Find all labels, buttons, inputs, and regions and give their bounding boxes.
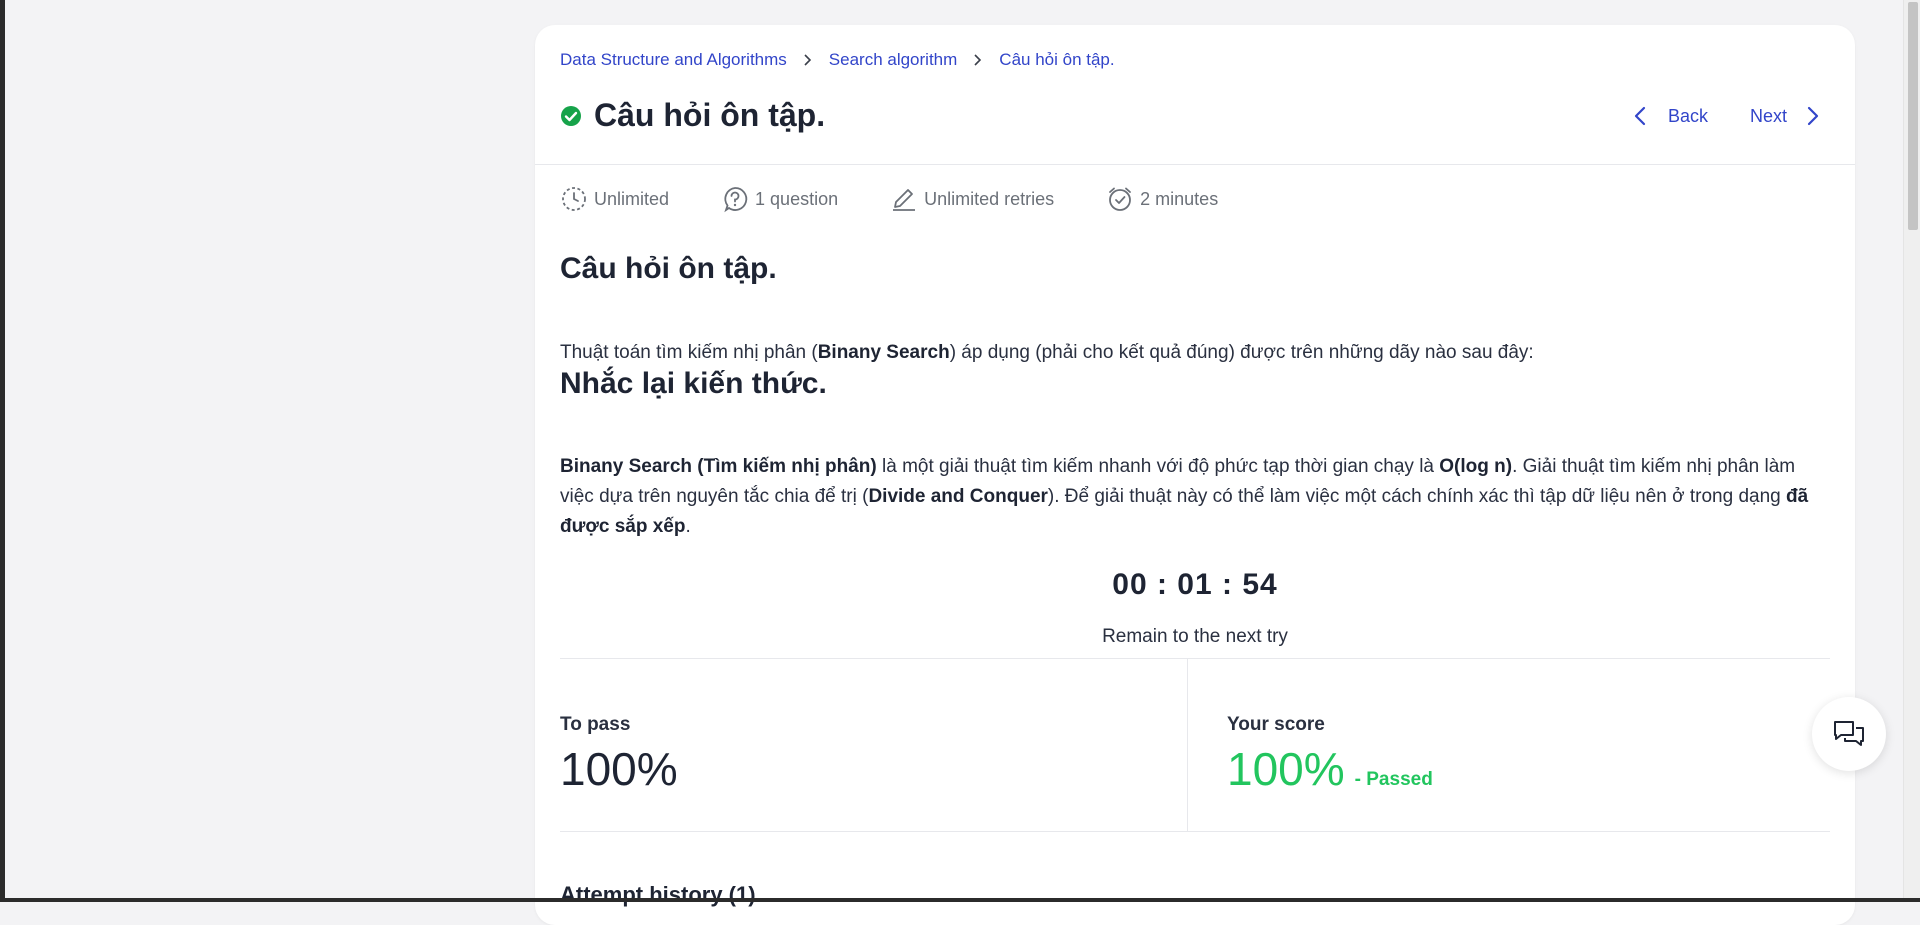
quiz-meta: Unlimited 1 question Unlimited retries 2… [560,185,1270,213]
question-text-part: Thuật toán tìm kiếm nhị phân ( [560,342,818,363]
meta-duration-text: 2 minutes [1140,188,1219,209]
window-frame-left [0,0,5,902]
header-divider [535,164,1855,165]
question-text-part: ) áp dụng (phải cho kết quả đúng) được t… [949,342,1534,363]
window-frame-bottom [0,898,1920,902]
score-divider [1187,659,1188,831]
back-button[interactable]: Back [1630,105,1708,127]
next-button[interactable]: Next [1750,105,1823,127]
score-summary: To pass 100% Your score 100% - Passed [560,658,1830,832]
recap-bold: Binany Search (Tìm kiếm nhị phân) [560,456,877,477]
chevron-left-icon [1634,106,1646,126]
meta-time-limit: Unlimited [560,185,669,213]
recap-text: . [685,516,691,537]
retry-countdown: 00 : 01 : 54 [1112,568,1278,601]
question-bold-term: Binany Search [817,342,950,363]
status-badge: - Passed [1354,769,1433,790]
your-score-value: 100% [1227,743,1345,795]
question-text: Thuật toán tìm kiếm nhị phân (Binany Sea… [560,338,1830,368]
to-pass-value: 100% [560,743,678,795]
title-row: Câu hỏi ôn tập. [560,97,825,134]
recap-bold: O(log n) [1439,456,1513,477]
chevron-right-icon [803,54,813,66]
question-circle-icon [724,187,748,213]
pen-edit-icon [893,189,916,211]
meta-time-limit-text: Unlimited [594,188,670,209]
chat-button[interactable] [1812,697,1886,771]
page-title: Câu hỏi ôn tập. [594,97,826,133]
check-circle-icon [560,105,582,127]
clock-dashed-icon [562,187,586,211]
attempt-history-title: Attempt history (1) [560,882,756,907]
lesson-navigation: Back Next [1630,105,1823,127]
your-score-label: Your score [1227,714,1325,735]
meta-questions-text: 1 question [755,188,839,209]
chat-icon [1834,721,1864,746]
recap-paragraph: Binany Search (Tìm kiếm nhị phân) là một… [560,452,1830,542]
lesson-card: Data Structure and Algorithms Search alg… [535,25,1855,925]
next-button-label: Next [1749,105,1787,126]
chevron-right-icon [1807,106,1819,126]
alarm-clock-icon [1109,187,1132,211]
back-button-label: Back [1667,105,1708,126]
scrollbar-thumb[interactable] [1908,2,1918,230]
recap-text: ). Để giải thuật này có thể làm việc một… [1047,486,1786,507]
breadcrumb: Data Structure and Algorithms Search alg… [560,50,1115,70]
retry-countdown-caption: Remain to the next try [1102,626,1288,647]
meta-retries-text: Unlimited retries [924,188,1055,209]
breadcrumb-item-section[interactable]: Search algorithm [829,50,958,70]
content-heading-recap: Nhắc lại kiến thức. [560,367,827,400]
breadcrumb-item-course[interactable]: Data Structure and Algorithms [560,50,787,70]
recap-text: là một giải thuật tìm kiếm nhanh với độ … [876,456,1440,477]
meta-duration: 2 minutes [1106,185,1218,213]
meta-questions: 1 question [721,185,838,213]
page-scrollbar[interactable] [1903,0,1920,898]
recap-bold: Divide and Conquer [868,486,1048,507]
meta-retries: Unlimited retries [890,185,1054,213]
content-heading-question: Câu hỏi ôn tập. [560,252,777,285]
your-score: 100% - Passed [1227,742,1433,796]
to-pass-label: To pass [560,714,631,735]
breadcrumb-item-current[interactable]: Câu hỏi ôn tập. [999,50,1114,70]
chevron-right-icon [973,54,983,66]
